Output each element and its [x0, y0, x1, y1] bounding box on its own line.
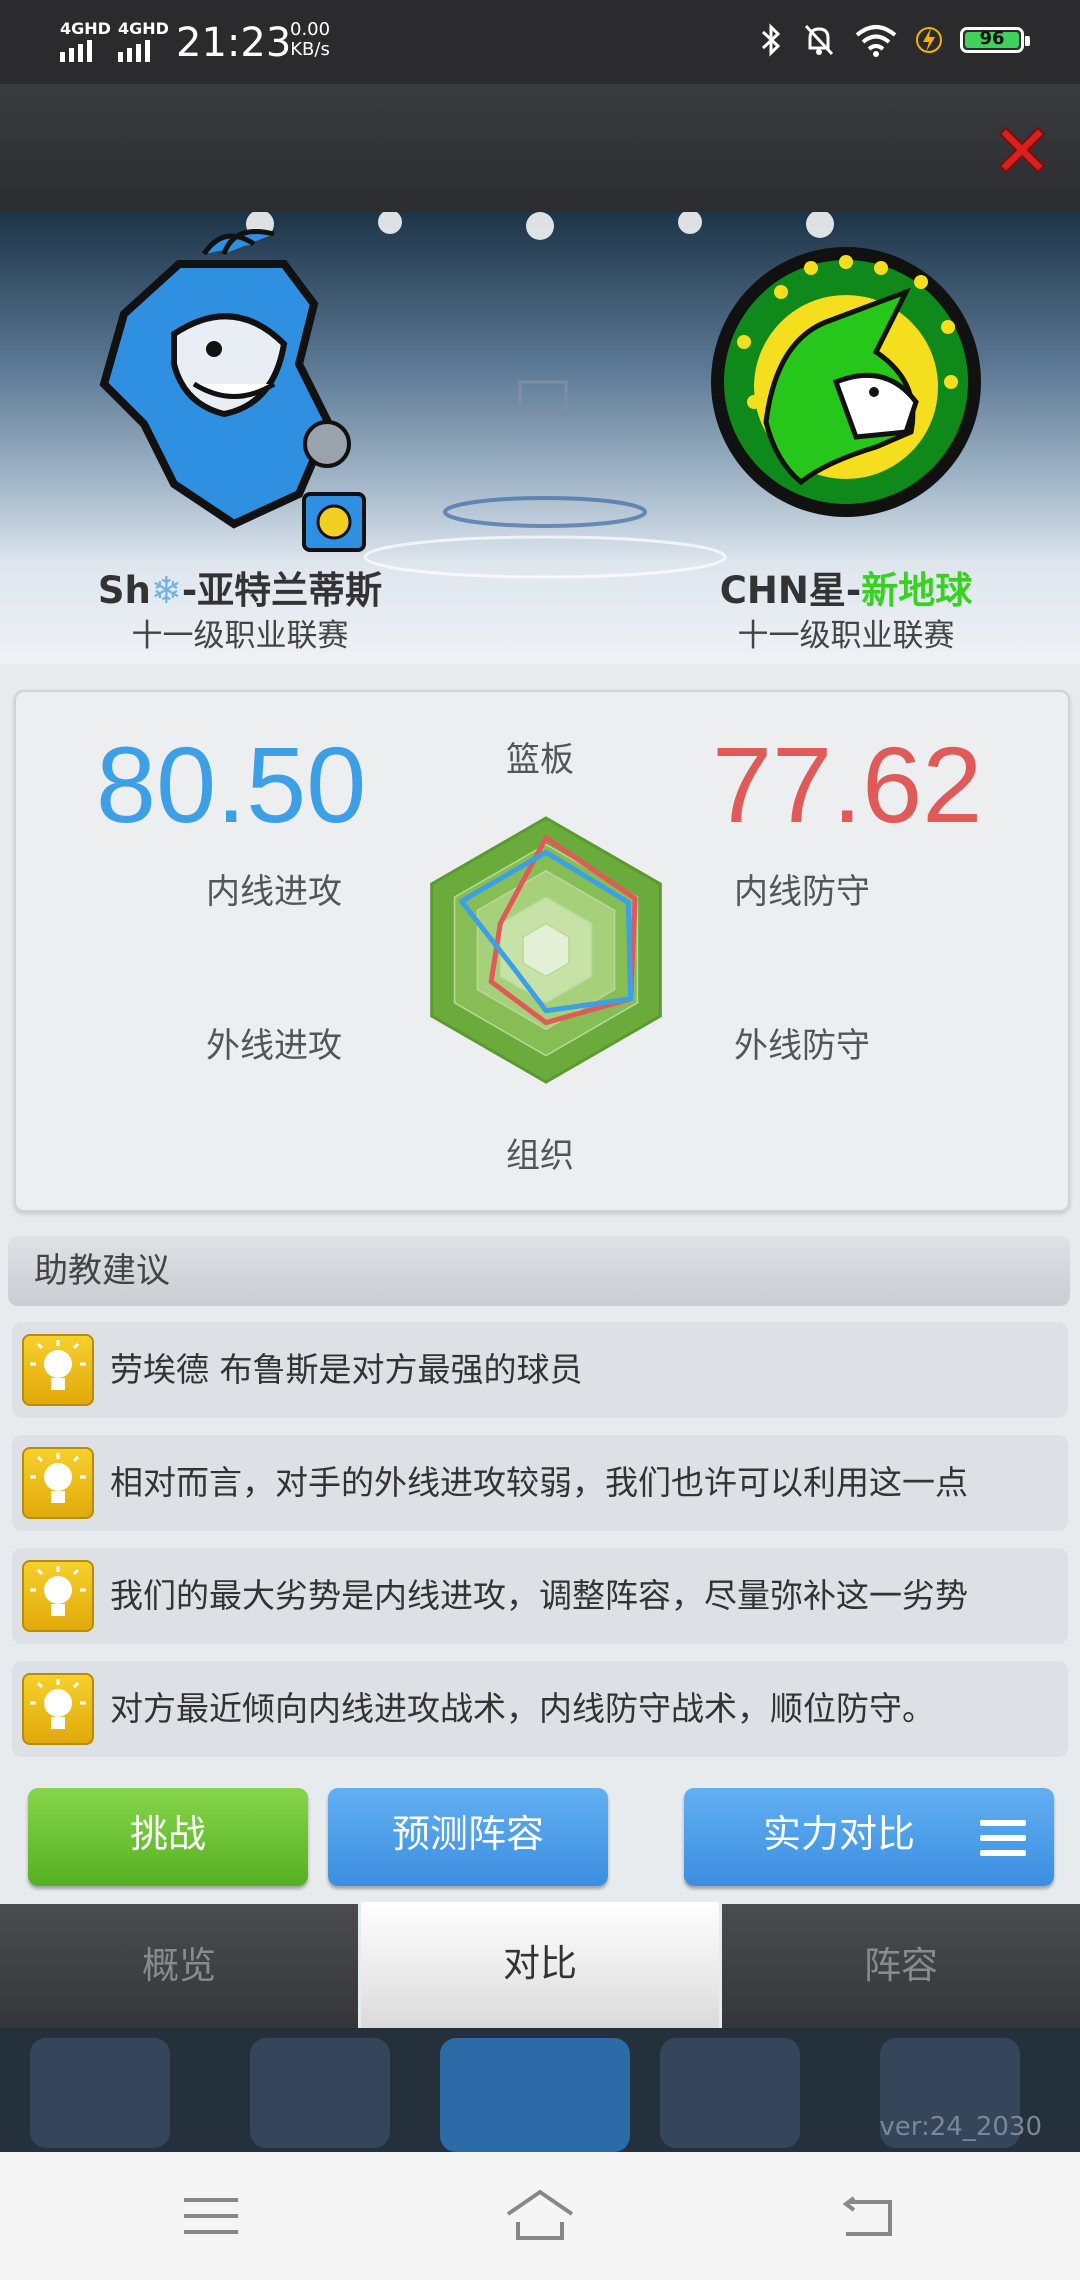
tab-compare[interactable]: 对比 [361, 1902, 719, 2030]
predict-lineup-button[interactable]: 预测阵容 [328, 1788, 608, 1886]
advice-text: 对方最近倾向内线进攻战术，内线防守战术，顺位防守。 [110, 1689, 935, 1728]
net-speed: 0.00 KB/s [290, 19, 331, 60]
bluetooth-icon [761, 23, 781, 57]
advice-item: 劳埃德 布鲁斯是对方最强的球员 [12, 1322, 1068, 1418]
advice-item: 相对而言，对手的外线进攻较弱，我们也许可以利用这一点 [12, 1435, 1068, 1531]
home-nav-icon[interactable] [504, 2188, 576, 2242]
radar-label-rebound: 篮板 [506, 740, 574, 780]
advice-text: 劳埃德 布鲁斯是对方最强的球员 [110, 1350, 583, 1389]
tab-bar: 概览 对比 阵容 [0, 1902, 1080, 2030]
wifi-icon [855, 25, 897, 57]
radar-label-outside-defense: 外线防守 [734, 1026, 870, 1066]
radar-label-outside-attack: 外线进攻 [206, 1026, 342, 1066]
radar-label-inside-attack: 内线进攻 [206, 872, 342, 912]
away-overall-score: 77.62 [712, 724, 983, 845]
tab-lineup[interactable]: 阵容 [722, 1904, 1080, 2028]
menu-icon[interactable] [980, 1818, 1026, 1858]
charging-icon [916, 27, 942, 53]
advice-text: 相对而言，对手的外线进攻较弱，我们也许可以利用这一点 [110, 1463, 968, 1502]
away-team-logo [711, 247, 981, 517]
lightbulb-icon [22, 1673, 94, 1745]
lightbulb-icon [22, 1447, 94, 1519]
home-team-logo [99, 229, 366, 552]
lightbulb-icon [22, 1560, 94, 1632]
lightbulb-icon [22, 1334, 94, 1406]
advice-item: 我们的最大劣势是内线进攻，调整阵容，尽量弥补这一劣势 [12, 1548, 1068, 1644]
close-icon[interactable] [992, 120, 1052, 180]
away-team-name: CHN星-新地球 [719, 569, 973, 612]
advice-text: 我们的最大劣势是内线进攻，调整阵容，尽量弥补这一劣势 [110, 1576, 968, 1615]
radar-label-organization: 组织 [506, 1136, 574, 1176]
signal-indicator-1: 4GHD [60, 21, 111, 62]
system-nav-bar [0, 2152, 1080, 2280]
home-team-name: Sh❄-亚特兰蒂斯 [97, 569, 383, 612]
signal-indicator-2: 4GHD [118, 21, 169, 62]
top-bar [0, 84, 1080, 212]
strength-compare-button[interactable]: 实力对比 [684, 1788, 1054, 1886]
comparison-panel: 80.50 77.62 篮板 内线进攻 外线进攻 内线防守 外线防守 组织 [14, 690, 1070, 1212]
version-label: ver:24_2030 [879, 2112, 1042, 2142]
snowflake-icon: ❄ [150, 569, 182, 612]
match-hero: Sh❄-亚特兰蒂斯 十一级职业联赛 CHN星-新地球 十一级职业联赛 [0, 212, 1080, 664]
challenge-button[interactable]: 挑战 [28, 1788, 308, 1886]
back-nav-icon[interactable] [842, 2196, 896, 2238]
radar-chart [430, 816, 662, 1084]
home-overall-score: 80.50 [96, 724, 367, 845]
tab-overview[interactable]: 概览 [0, 1904, 358, 2028]
clock: 21:23 [176, 20, 292, 66]
away-team-league: 十一级职业联赛 [737, 618, 955, 654]
status-bar: 4GHD 4GHD 21:23 0.00 KB/s 96 [0, 0, 1080, 84]
menu-nav-icon[interactable] [184, 2196, 238, 2236]
home-team-league: 十一级职业联赛 [131, 618, 349, 654]
assistant-advice-header: 助教建议 [8, 1236, 1070, 1306]
mute-bell-icon [804, 24, 834, 56]
radar-label-inside-defense: 内线防守 [734, 872, 870, 912]
advice-item: 对方最近倾向内线进攻战术，内线防守战术，顺位防守。 [12, 1661, 1068, 1757]
battery-indicator: 96 [960, 27, 1030, 53]
